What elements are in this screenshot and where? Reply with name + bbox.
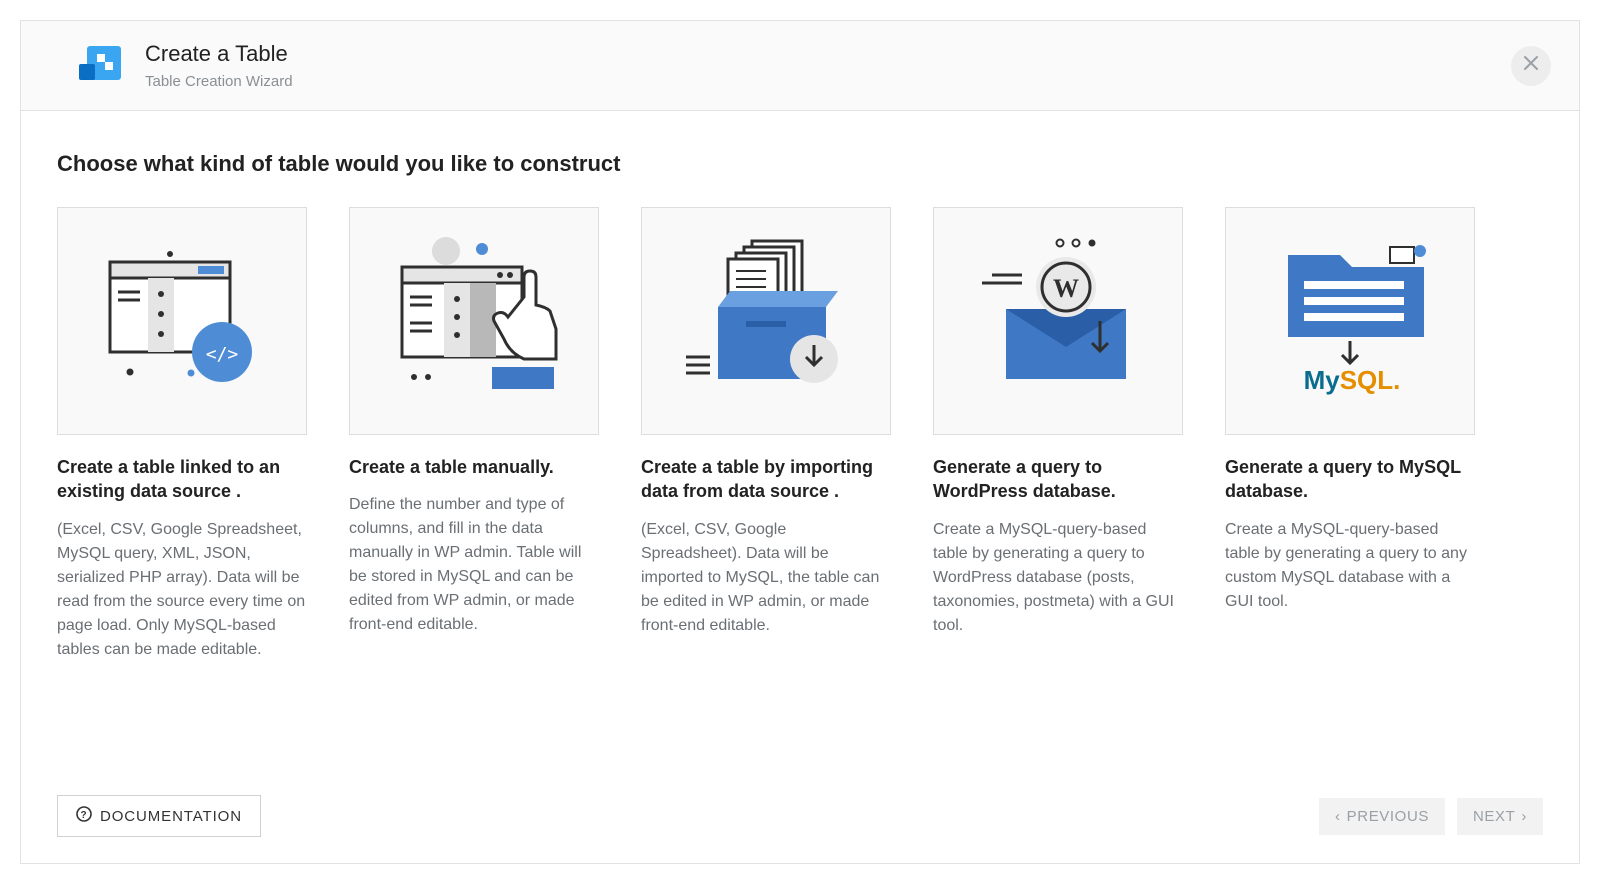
card-list: </> Create a table linked to an existing… (57, 207, 1543, 662)
wordpress-query-icon: W (958, 229, 1158, 414)
header-subtitle: Table Creation Wizard (145, 73, 293, 90)
app-logo-icon (77, 42, 125, 90)
header-titles: Create a Table Table Creation Wizard (145, 41, 293, 90)
option-desc: Create a MySQL-query-based table by gene… (933, 518, 1183, 638)
wizard-panel: Create a Table Table Creation Wizard Cho… (20, 20, 1580, 864)
option-title: Create a table linked to an existing dat… (57, 455, 307, 504)
svg-text:?: ? (80, 810, 87, 821)
linked-source-icon: </> (92, 234, 272, 409)
chevron-right-icon: › (1521, 808, 1527, 825)
section-heading: Choose what kind of table would you like… (57, 151, 1543, 177)
option-mysql-query: MySQL. Generate a query to MySQL databas… (1225, 207, 1475, 662)
header-title: Create a Table (145, 41, 293, 67)
svg-text:MySQL.: MySQL. (1304, 365, 1401, 395)
svg-text:W: W (1053, 274, 1079, 303)
next-button[interactable]: NEXT › (1457, 798, 1543, 835)
option-card-mysql-query[interactable]: MySQL. (1225, 207, 1475, 435)
mysql-query-icon: MySQL. (1250, 229, 1450, 414)
option-desc: Define the number and type of columns, a… (349, 493, 599, 637)
close-button[interactable] (1511, 46, 1551, 86)
import-icon (666, 229, 866, 414)
option-desc: (Excel, CSV, Google Spreadsheet, MySQL q… (57, 518, 307, 662)
option-title: Create a table by importing data from da… (641, 455, 891, 504)
option-card-manual[interactable] (349, 207, 599, 435)
option-card-linked-source[interactable]: </> (57, 207, 307, 435)
wizard-content: Choose what kind of table would you like… (21, 111, 1579, 777)
help-icon: ? (76, 806, 92, 826)
option-desc: Create a MySQL-query-based table by gene… (1225, 518, 1475, 614)
option-wordpress-query: W Generate a query to WordPress database… (933, 207, 1183, 662)
chevron-left-icon: ‹ (1335, 808, 1341, 825)
option-title: Generate a query to WordPress database. (933, 455, 1183, 504)
option-title: Create a table manually. (349, 455, 599, 479)
previous-button[interactable]: ‹ PREVIOUS (1319, 798, 1445, 835)
manual-icon (374, 229, 574, 414)
option-card-import[interactable] (641, 207, 891, 435)
close-icon (1523, 54, 1539, 77)
option-linked-source: </> Create a table linked to an existing… (57, 207, 307, 662)
option-card-wordpress-query[interactable]: W (933, 207, 1183, 435)
previous-label: PREVIOUS (1347, 808, 1429, 825)
option-desc: (Excel, CSV, Google Spreadsheet). Data w… (641, 518, 891, 638)
option-manual: Create a table manually. Define the numb… (349, 207, 599, 662)
wizard-footer: ? DOCUMENTATION ‹ PREVIOUS NEXT › (21, 777, 1579, 863)
option-title: Generate a query to MySQL database. (1225, 455, 1475, 504)
documentation-button[interactable]: ? DOCUMENTATION (57, 795, 261, 837)
option-import: Create a table by importing data from da… (641, 207, 891, 662)
svg-text:</>: </> (206, 344, 239, 365)
next-label: NEXT (1473, 808, 1515, 825)
wizard-header: Create a Table Table Creation Wizard (21, 21, 1579, 111)
documentation-label: DOCUMENTATION (100, 808, 242, 825)
